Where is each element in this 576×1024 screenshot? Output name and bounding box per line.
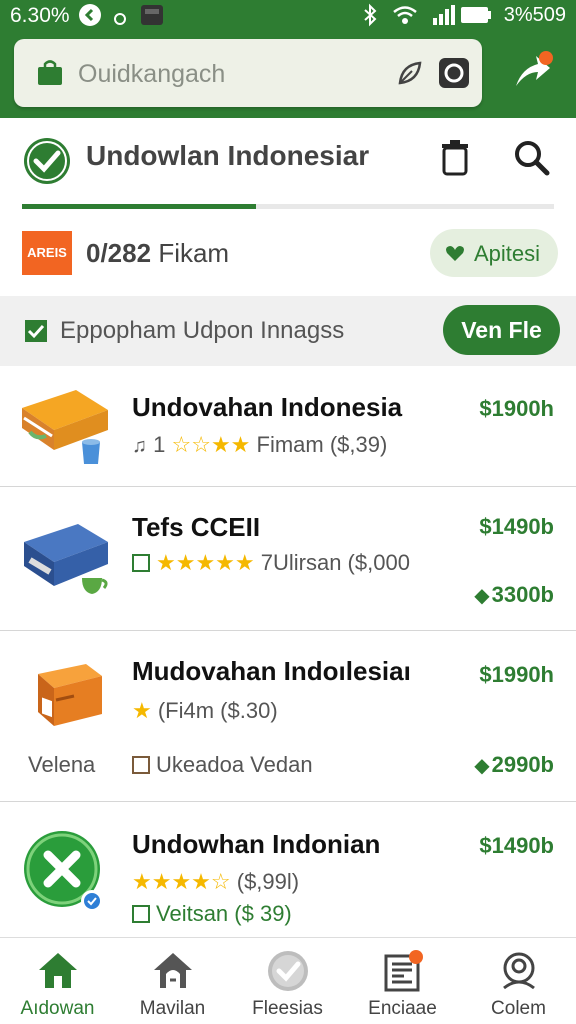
product-item[interactable]: Mudovahan Indoılesiaı ★ (Fi4m ($.30) $19… [0,632,576,802]
product-name[interactable]: Tefs CCEII [132,512,260,543]
product-price: $1490b [479,833,554,858]
checkbox-icon[interactable] [132,905,150,923]
bottom-navigation: Aıdowan Mavilan Fleesias Enciaae Colem [0,937,576,1024]
nav-label: Colem [491,998,546,1019]
check-badge-icon [22,136,72,191]
secondary-price-value: 3300b [491,582,554,607]
back-circle-icon [78,3,102,33]
product-meta: Fimam ($,39) [256,432,388,457]
count-value: 0/282 [86,238,152,268]
product-name[interactable]: Mudovahan Indoılesiaı [132,656,411,687]
product-variant[interactable]: Veitsan ($ 39) [132,901,292,927]
hard-drive-icon [16,510,112,607]
battery-icon [460,6,492,30]
product-name[interactable]: Undovahan Indonesia [132,392,402,423]
product-rating: ★ (Fi4m ($.30) [132,698,278,724]
heart-icon [444,242,466,270]
status-bar: 6.30% 3%509 [0,0,576,30]
product-item[interactable]: Undovahan Indonesia ♫ 1 ☆☆★★ Fimam ($,39… [0,368,576,487]
favorite-chip[interactable]: Apitesi [430,229,558,277]
search-icon[interactable] [514,140,550,181]
rating-stars: ★ [132,698,152,723]
progress-fill [22,204,257,209]
battery-level: 3%509 [503,4,566,26]
favorite-chip-label: Apitesi [474,241,541,266]
signal-icon [432,3,456,33]
product-rating: ♫ 1 ☆☆★★ Fimam ($,39) [132,432,387,458]
camera-icon[interactable] [438,57,470,94]
rating-stars: ★★★★★ [156,550,255,575]
product-rating: ★★★★☆ ($,99l) [132,869,299,895]
app-notification-icon [140,3,164,33]
progress-bar [22,204,554,209]
page-title-row: Undowlan Indonesiar [0,118,576,204]
app-header: 6.30% 3%509 Ouidkangach [0,0,576,118]
share-arrow-icon[interactable] [512,50,556,95]
page-title: Undowlan Indonesiar [86,140,370,171]
secondary-price-value: 2990b [491,752,554,777]
newspaper-icon [382,950,424,997]
search-bar[interactable]: Ouidkangach [14,39,482,107]
secondary-price: ◆2990b [474,752,554,778]
search-placeholder[interactable]: Ouidkangach [78,60,225,89]
filter-bar: Eppopham Udpon Innagss Ven Fle [0,296,576,366]
checkbox-icon[interactable] [132,554,150,572]
rating-stars: ★★★★☆ [132,869,231,894]
variant-label: Veitsan ($ 39) [156,901,292,926]
product-price: $1990h [479,662,554,687]
vendor-option-label: Ukeadoa Vedan [156,752,313,777]
filter-label: Eppopham Udpon Innagss [60,317,345,344]
product-meta: (Fi4m ($.30) [157,698,278,723]
nav-label: Fleesias [252,998,323,1019]
rating-stars: ☆☆★★ [171,432,251,457]
filter-checkbox[interactable] [24,319,48,348]
product-meta: ($,99l) [236,869,300,894]
package-icon [16,654,112,739]
bluetooth-icon [360,3,380,33]
nav-item-places[interactable]: Mavilan [115,938,230,1024]
count-unit: Fikam [158,238,230,268]
product-item[interactable]: Tefs CCEII ★★★★★ 7Ulirsan ($,000 $1490b … [0,488,576,631]
rating-count: 1 [153,432,166,457]
product-price: $1490b [479,514,554,539]
view-filter-button[interactable]: Ven Fle [443,305,560,355]
nav-label: Mavilan [139,998,206,1019]
status-time: 6.30% [10,4,70,27]
home-icon [37,950,79,995]
remove-circle-icon[interactable] [22,829,112,924]
diamond-icon: ◆ [474,585,490,607]
wifi-icon [392,3,418,33]
product-price: $1900h [479,396,554,421]
nav-label: Enciaae [368,998,437,1019]
product-meta: 7Ulirsan ($,000 [260,550,410,575]
summary-row: AREIS 0/282 Fikam Apitesi [0,214,576,294]
product-name[interactable]: Undowhan Indonian [132,829,380,860]
dot-icon [114,8,126,31]
nav-item-home[interactable]: Aıdowan [0,938,115,1024]
person-icon: ♫ [132,435,147,457]
vendor-label: Velena [28,752,96,777]
vendor-option[interactable]: Ukeadoa Vedan [132,752,313,778]
product-rating: ★★★★★ 7Ulirsan ($,000 [132,550,410,576]
product-item[interactable]: Undowhan Indonian ★★★★☆ ($,99l) Veitsan … [0,803,576,937]
item-count: 0/282 Fikam [86,238,229,269]
nav-item-profile[interactable]: Colem [461,938,576,1024]
nav-item-features[interactable]: Fleesias [230,938,345,1024]
secondary-price: ◆3300b [474,582,554,608]
book-icon [16,378,112,475]
diamond-icon: ◆ [474,755,490,777]
trash-icon[interactable] [440,140,470,181]
profile-icon [498,950,540,997]
house-icon [152,950,194,995]
checkbox-icon[interactable] [132,756,150,774]
areis-badge: AREIS [22,231,72,275]
shopping-bag-icon [36,59,64,92]
nav-label: Aıdowan [20,998,95,1019]
leaf-icon[interactable] [396,59,424,92]
check-circle-icon [267,950,309,997]
nav-item-news[interactable]: Enciaae [345,938,460,1024]
